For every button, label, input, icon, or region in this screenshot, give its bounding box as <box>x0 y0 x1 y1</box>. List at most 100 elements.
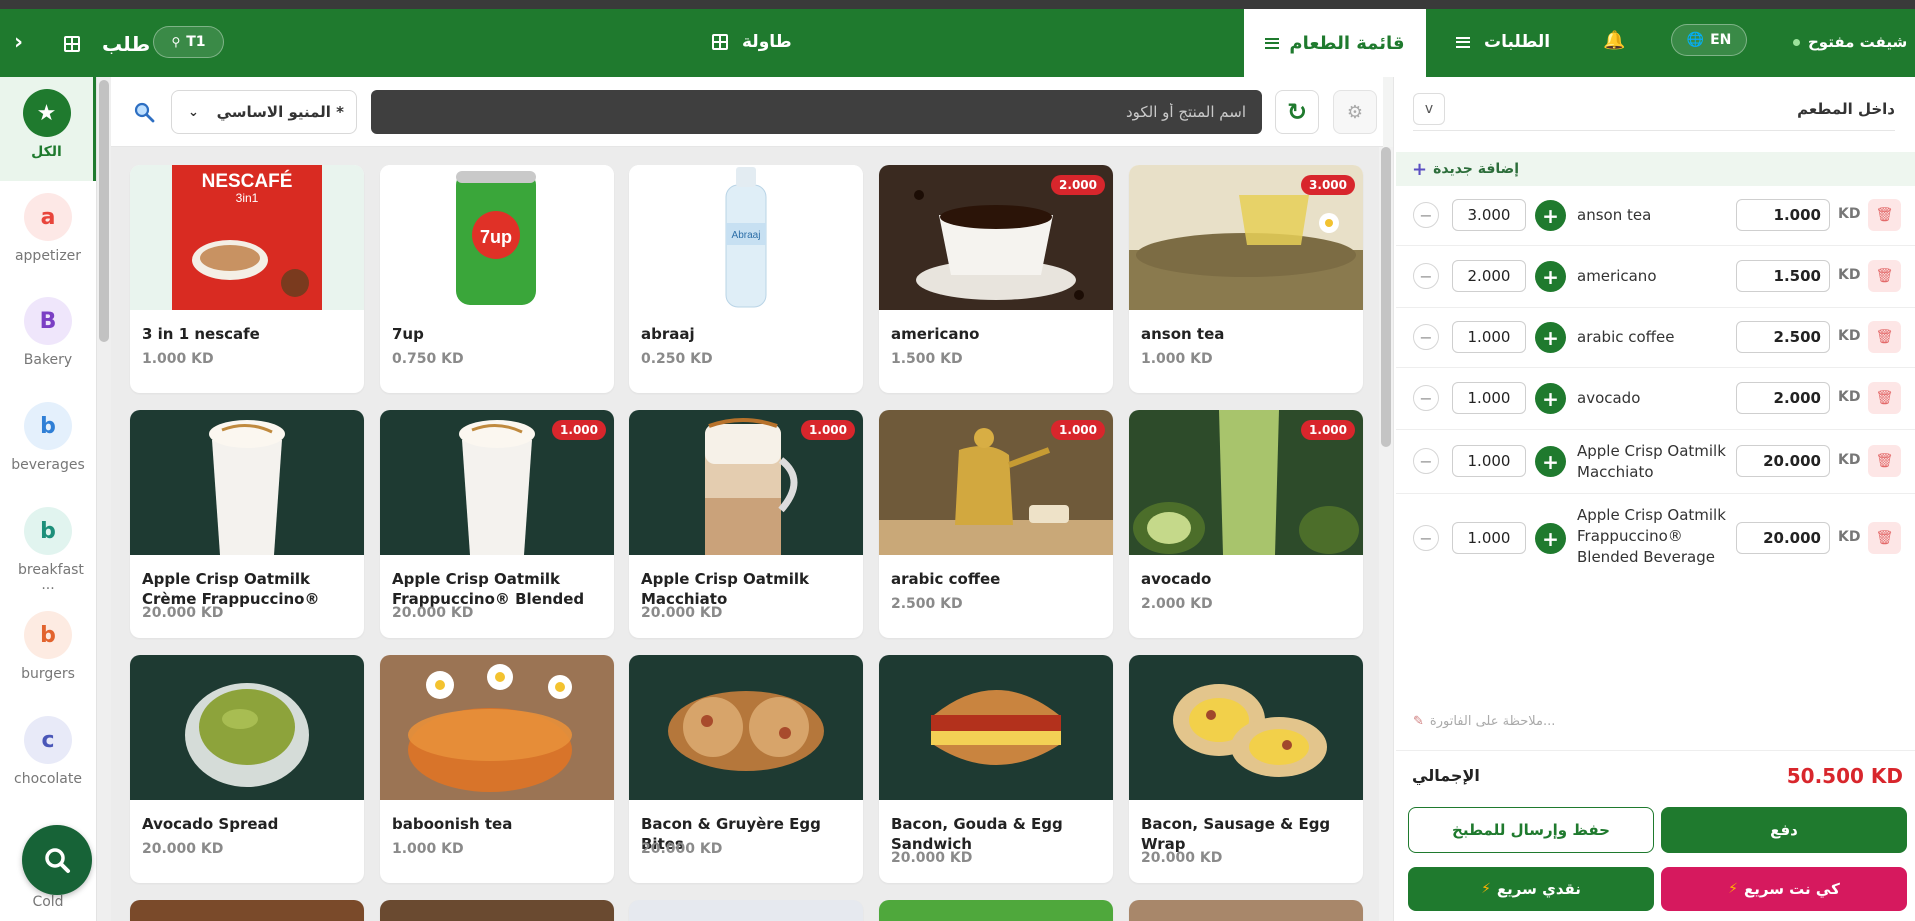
sidebar-item-chocolate[interactable]: c chocolate <box>0 704 96 808</box>
category-letter-icon: b <box>24 611 72 659</box>
product-card-partial[interactable] <box>629 900 863 921</box>
settings-button[interactable]: ⚙ <box>1333 90 1377 134</box>
product-image <box>1129 655 1363 800</box>
product-card-partial[interactable] <box>130 900 364 921</box>
sidebar-item-appetizer[interactable]: a appetizer <box>0 181 96 285</box>
sidebar-item-cold[interactable]: Cold <box>0 895 96 921</box>
sidebar-item-label: Bakery <box>23 352 73 368</box>
search-input[interactable] <box>371 90 1262 134</box>
bell-icon[interactable]: 🔔 <box>1603 30 1625 51</box>
product-card[interactable]: 2.000 americano 1.500 KD <box>879 165 1113 393</box>
plus-icon: + <box>1412 158 1428 180</box>
language-button[interactable]: 🌐 EN <box>1671 24 1747 56</box>
item-price-input[interactable]: 1.500 <box>1736 260 1830 292</box>
sidebar-item-all[interactable]: ★ الكل <box>0 77 96 181</box>
product-card[interactable]: 7up 7up 0.750 KD <box>380 165 614 393</box>
sidebar-item-breakfast[interactable]: b breakfast ... <box>0 495 96 599</box>
item-qty-input[interactable]: 3.000 <box>1452 199 1526 231</box>
increase-qty-button[interactable]: + <box>1535 383 1566 414</box>
save-send-label: حفظ وإرسال للمطبخ <box>1452 821 1610 839</box>
tab-orders[interactable]: الطلبات <box>1456 32 1550 52</box>
table-tab-label: طاولة <box>742 32 792 52</box>
product-image: 1.000 <box>380 410 614 555</box>
item-price-input[interactable]: 20.000 <box>1736 445 1830 477</box>
increase-qty-button[interactable]: + <box>1535 200 1566 231</box>
increase-qty-button[interactable]: + <box>1535 322 1566 353</box>
item-qty-input[interactable]: 1.000 <box>1452 445 1526 477</box>
product-card[interactable]: Avocado Spread 20.000 KD <box>130 655 364 883</box>
item-qty-input[interactable]: 1.000 <box>1452 321 1526 353</box>
product-name: Apple Crisp Oatmilk Crème Frappuccino® B… <box>142 570 320 608</box>
product-card-partial[interactable] <box>1129 900 1363 921</box>
trash-icon: 🗑 <box>1875 530 1894 546</box>
increase-qty-button[interactable]: + <box>1535 261 1566 292</box>
delete-item-button[interactable]: 🗑 <box>1868 522 1901 554</box>
tab-menu[interactable]: قائمة الطعام <box>1244 9 1426 77</box>
item-price-input[interactable]: 2.000 <box>1736 382 1830 414</box>
product-card[interactable]: 3.000 anson tea 1.000 KD <box>1129 165 1363 393</box>
delete-item-button[interactable]: 🗑 <box>1868 199 1901 231</box>
decrease-qty-button[interactable]: − <box>1413 525 1439 551</box>
product-card[interactable]: 1.000 Apple Crisp Oatmilk Frappuccino® B… <box>380 410 614 638</box>
product-card[interactable]: Bacon, Sausage & Egg Wrap 20.000 KD <box>1129 655 1363 883</box>
table-tab[interactable]: طاولة <box>712 32 792 52</box>
search-icon[interactable] <box>133 101 155 123</box>
product-card[interactable]: Bacon & Gruyère Egg Bites 20.000 KD <box>629 655 863 883</box>
collapse-chevron-icon[interactable]: › <box>14 30 23 55</box>
sidebar-item-beverages[interactable]: b beverages <box>0 390 96 494</box>
decrease-qty-button[interactable]: − <box>1413 324 1439 350</box>
search-fab-button[interactable] <box>22 825 92 895</box>
table-grid-icon <box>712 34 728 50</box>
order-title-group[interactable]: طلب <box>64 32 150 56</box>
service-type-select[interactable]: v داخل المطعم <box>1413 87 1895 131</box>
sidebar-item-bakery[interactable]: B Bakery <box>0 285 96 389</box>
menu-select[interactable]: ⌄ * المنيو الاساسي <box>171 90 357 134</box>
quick-knet-button[interactable]: ⚡ كي نت سريع <box>1661 867 1907 911</box>
window-top-strip <box>0 0 1915 9</box>
product-card[interactable]: 1.000 arabic coffee 2.500 KD <box>879 410 1113 638</box>
delete-item-button[interactable]: 🗑 <box>1868 321 1901 353</box>
category-letter-icon: b <box>24 507 72 555</box>
product-card-partial[interactable] <box>879 900 1113 921</box>
item-qty-input[interactable]: 1.000 <box>1452 522 1526 554</box>
item-qty-input[interactable]: 2.000 <box>1452 260 1526 292</box>
category-letter-icon: B <box>24 297 72 345</box>
item-price-input[interactable]: 2.500 <box>1736 321 1830 353</box>
product-card[interactable]: NESCAFÉ 3in1 3 in 1 nescafe 1.000 KD <box>130 165 364 393</box>
product-card[interactable]: 1.000 avocado 2.000 KD <box>1129 410 1363 638</box>
delete-item-button[interactable]: 🗑 <box>1868 260 1901 292</box>
decrease-qty-button[interactable]: − <box>1413 448 1439 474</box>
product-card[interactable]: baboonish tea 1.000 KD <box>380 655 614 883</box>
chevron-down-icon: ⌄ <box>188 104 199 120</box>
item-name: americano <box>1577 267 1657 285</box>
decrease-qty-button[interactable]: − <box>1413 385 1439 411</box>
delete-item-button[interactable]: 🗑 <box>1868 445 1901 477</box>
add-new-item-button[interactable]: + إضافة جديدة <box>1396 152 1915 186</box>
decrease-qty-button[interactable]: − <box>1413 202 1439 228</box>
product-card-partial[interactable] <box>380 900 614 921</box>
increase-qty-button[interactable]: + <box>1535 446 1566 477</box>
save-send-kitchen-button[interactable]: حفظ وإرسال للمطبخ <box>1408 807 1654 853</box>
sidebar-scrollbar-thumb[interactable] <box>99 80 109 342</box>
delete-item-button[interactable]: 🗑 <box>1868 382 1901 414</box>
item-price-input[interactable]: 1.000 <box>1736 199 1830 231</box>
sidebar-item-burgers[interactable]: b burgers <box>0 599 96 703</box>
product-card[interactable]: Apple Crisp Oatmilk Crème Frappuccino® B… <box>130 410 364 638</box>
item-qty-input[interactable]: 1.000 <box>1452 382 1526 414</box>
item-price-input[interactable]: 20.000 <box>1736 522 1830 554</box>
product-card[interactable]: Abraaj abraaj 0.250 KD <box>629 165 863 393</box>
invoice-note-field[interactable]: ✎ ملاحظة على الفاتورة... <box>1413 709 1895 733</box>
product-card[interactable]: Bacon, Gouda & Egg Sandwich 20.000 KD <box>879 655 1113 883</box>
product-image: 3.000 <box>1129 165 1363 310</box>
chevron-down-icon: v <box>1413 92 1445 125</box>
product-card[interactable]: 1.000 Apple Crisp Oatmilk Macchiato 20.0… <box>629 410 863 638</box>
decrease-qty-button[interactable]: − <box>1413 263 1439 289</box>
pay-button[interactable]: دفع <box>1661 807 1907 853</box>
product-badge: 1.000 <box>1301 420 1355 440</box>
refresh-button[interactable]: ↻ <box>1275 90 1319 134</box>
increase-qty-button[interactable]: + <box>1535 523 1566 554</box>
quick-cash-button[interactable]: ⚡ نقدي سريع <box>1408 867 1654 911</box>
product-grid-scrollbar-thumb[interactable] <box>1381 147 1391 447</box>
search-icon <box>45 848 70 873</box>
table-pill[interactable]: ⚲ T1 <box>153 26 224 58</box>
